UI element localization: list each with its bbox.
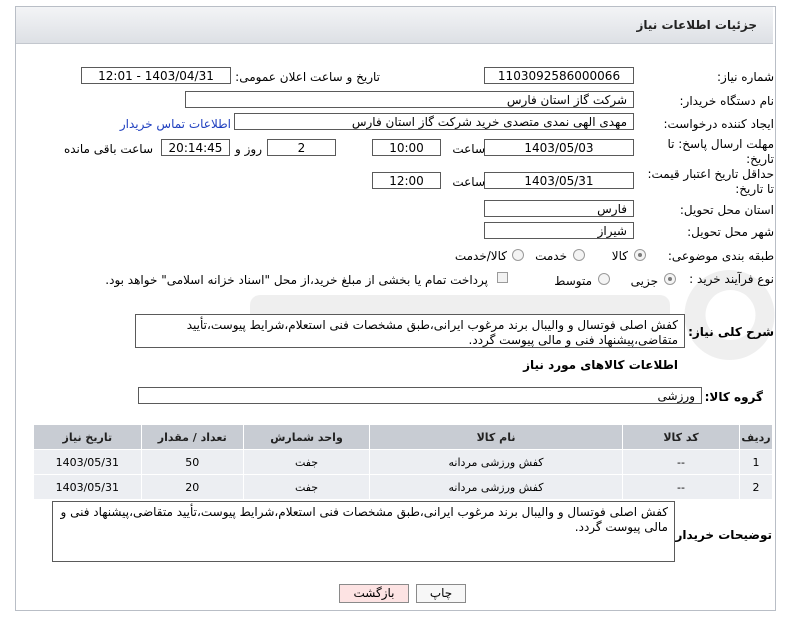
col-quantity: تعداد / مقدار (140, 424, 244, 450)
general-desc-label: شرح کلی نیاز: (688, 325, 774, 339)
buyer-contact-link[interactable]: اطلاعات تماس خریدار (120, 117, 231, 131)
delivery-province-label: استان محل تحویل: (679, 203, 774, 217)
item-name-cell: کفش ورزشی مردانه (369, 449, 623, 475)
payment-note: پرداخت تمام یا بخشی از مبلغ خرید،از محل … (105, 273, 488, 287)
delivery-city-label: شهر محل تحویل: (687, 225, 774, 239)
price-validity-label: حداقل تاریخ اعتبار قیمت: تا تاریخ: (647, 167, 774, 196)
reply-time-label: ساعت (452, 142, 485, 156)
col-unit: واحد شمارش (242, 424, 371, 450)
table-row[interactable]: 1 -- کفش ورزشی مردانه جفت 50 1403/05/31 (33, 449, 773, 475)
time-remaining-label: ساعت باقی مانده (63, 142, 153, 156)
unit-cell: جفت (242, 449, 371, 475)
need-date-cell: 1403/05/31 (33, 449, 142, 475)
unit-cell: جفت (242, 474, 371, 500)
process-radio-medium[interactable] (598, 273, 610, 285)
need-number-label: شماره نیاز: (717, 70, 774, 84)
buyer-notes-label: توضیحات خریدار: (670, 528, 772, 542)
items-table: ردیف کد کالا نام کالا واحد شمارش تعداد /… (33, 424, 773, 500)
process-option-medium: متوسط (554, 274, 592, 288)
print-button[interactable]: چاپ (416, 584, 466, 603)
validity-time-field[interactable]: 12:00 (372, 172, 441, 189)
buyer-org-field[interactable]: شرکت گاز استان فارس (185, 91, 634, 108)
buyer-notes-field[interactable]: کفش اصلی فوتسال و والیبال برند مرغوب ایر… (52, 501, 675, 562)
reply-time-field[interactable]: 10:00 (372, 139, 441, 156)
day-and-label: روز و (235, 142, 262, 156)
requester-field[interactable]: مهدی الهی نمدی متصدی خرید شرکت گاز استان… (234, 113, 634, 130)
general-desc-field[interactable]: کفش اصلی فوتسال و والیبال برند مرغوب ایر… (135, 314, 685, 348)
delivery-city-field[interactable]: شیراز (484, 222, 634, 239)
requester-label: ایجاد کننده درخواست: (663, 117, 774, 131)
row-number-cell: 2 (739, 474, 773, 500)
col-row-number: ردیف (739, 424, 773, 450)
row-number-cell: 1 (739, 449, 773, 475)
process-radio-minor[interactable] (664, 273, 676, 285)
item-code-cell: -- (621, 449, 741, 475)
goods-group-label: گروه کالا: (704, 390, 763, 404)
col-need-date: تاریخ نیاز (33, 424, 142, 450)
item-name-cell: کفش ورزشی مردانه (369, 474, 623, 500)
reply-days-field[interactable]: 2 (267, 139, 336, 156)
goods-group-field[interactable]: ورزشی (138, 387, 702, 404)
table-row[interactable]: 2 -- کفش ورزشی مردانه جفت 20 1403/05/31 (33, 474, 773, 500)
back-button[interactable]: بازگشت (339, 584, 409, 603)
need-number-field[interactable]: 1103092586000066 (484, 67, 634, 84)
category-label: طبقه بندی موضوعی: (667, 249, 774, 263)
goods-info-heading: اطلاعات کالاهای مورد نیاز (523, 358, 678, 372)
table-header-row: ردیف کد کالا نام کالا واحد شمارش تعداد /… (33, 424, 773, 450)
reply-remaining-field[interactable]: 20:14:45 (161, 139, 230, 156)
category-option-goods: کالا (611, 249, 628, 263)
validity-date-field[interactable]: 1403/05/31 (484, 172, 634, 189)
col-item-name: نام کالا (369, 424, 623, 450)
validity-time-label: ساعت (452, 175, 485, 189)
announce-datetime-label: تاریخ و ساعت اعلان عمومی: (235, 70, 380, 84)
col-item-code: کد کالا (621, 424, 741, 450)
category-option-service: خدمت (535, 249, 567, 263)
treasury-payment-checkbox[interactable] (497, 272, 508, 283)
category-option-goods-service: کالا/خدمت (454, 249, 507, 263)
panel-header: جزئیات اطلاعات نیاز (16, 7, 773, 44)
category-radio-service[interactable] (573, 249, 585, 261)
buyer-org-label: نام دستگاه خریدار: (679, 94, 775, 108)
quantity-cell: 20 (140, 474, 244, 500)
announce-datetime-field[interactable]: 1403/04/31 - 12:01 (81, 67, 231, 84)
category-radio-goods-service[interactable] (512, 249, 524, 261)
item-code-cell: -- (621, 474, 741, 500)
page-title: جزئیات اطلاعات نیاز (636, 18, 757, 32)
quantity-cell: 50 (140, 449, 244, 475)
process-option-minor: جزیی (630, 274, 658, 288)
need-date-cell: 1403/05/31 (33, 474, 142, 500)
category-radio-goods[interactable] (634, 249, 646, 261)
delivery-province-field[interactable]: فارس (484, 200, 634, 217)
reply-date-field[interactable]: 1403/05/03 (484, 139, 634, 156)
reply-deadline-label: مهلت ارسال پاسخ: تا تاریخ: (667, 137, 774, 166)
process-type-label: نوع فرآیند خرید : (689, 272, 774, 286)
